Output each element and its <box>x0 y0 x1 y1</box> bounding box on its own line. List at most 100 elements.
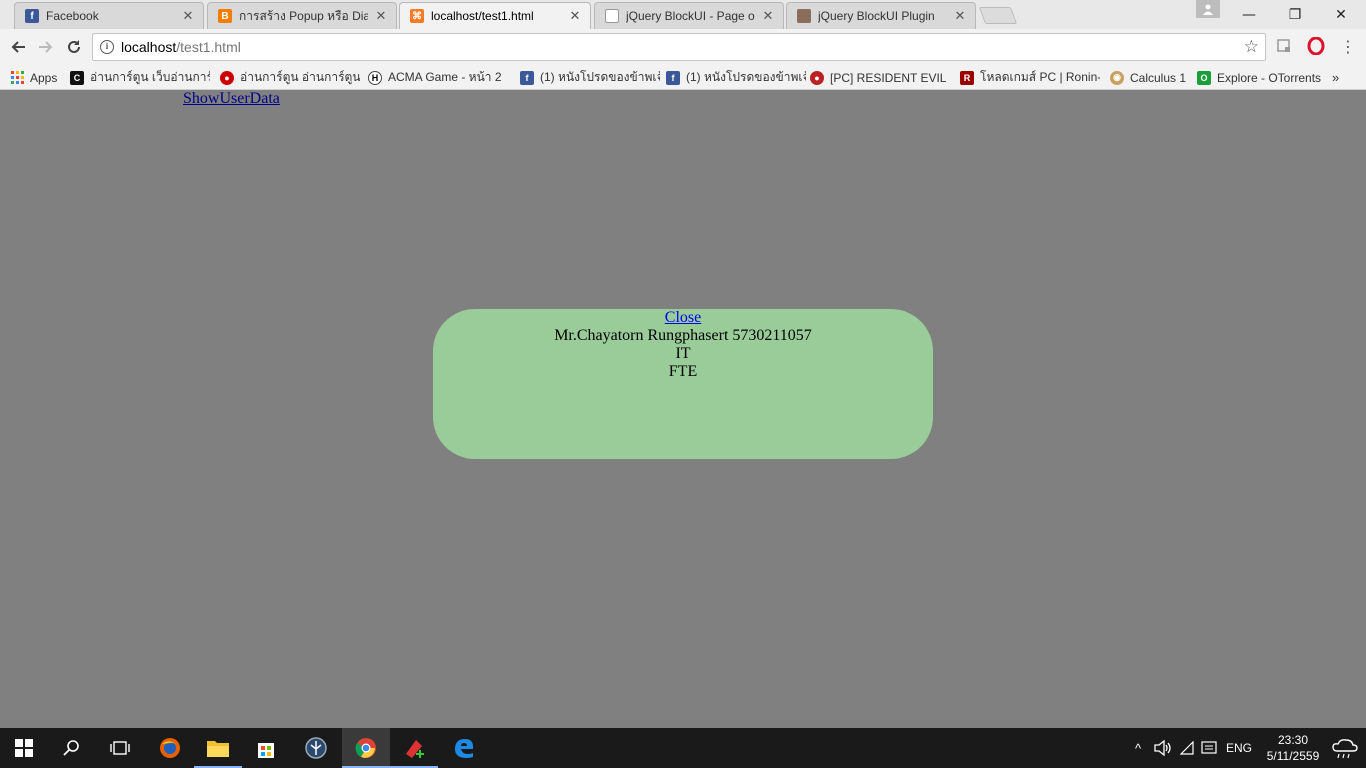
profile-icon[interactable] <box>1196 0 1220 18</box>
tab-blockui-page[interactable]: jQuery BlockUI - Page or ✕ <box>594 2 784 29</box>
restore-button[interactable]: ❐ <box>1272 0 1318 29</box>
forward-button[interactable] <box>34 35 58 59</box>
browser-toolbar: i localhost/test1.html ☆ ⋮ <box>0 29 1366 65</box>
page-content: ShowUserData Close Mr.Chayatorn Rungphas… <box>0 90 1366 728</box>
tab-title: localhost/test1.html <box>431 9 534 23</box>
facebook-icon: f <box>666 70 680 85</box>
bookmark-label: [PC] RESIDENT EVIL 5 <box>830 70 950 85</box>
bookmark-star-icon[interactable]: ☆ <box>1244 37 1259 57</box>
bookmark-item[interactable]: R โหลดเกมส์ PC | Ronin-C <box>960 68 1100 87</box>
bookmark-label: Apps <box>30 70 58 85</box>
task-view-icon[interactable] <box>96 728 144 768</box>
user-major: IT <box>675 345 691 362</box>
extension-icon[interactable] <box>1274 36 1294 56</box>
opera-icon[interactable] <box>1306 36 1326 56</box>
bookmark-label: ACMA Game - หน้า 2 <box>388 70 502 84</box>
bookmark-label: อ่านการ์ตูน เว็บอ่านการ์ตูน <box>90 70 210 84</box>
close-icon[interactable]: ✕ <box>953 8 967 24</box>
bookmark-item[interactable]: H ACMA Game - หน้า 2 <box>368 68 510 87</box>
comic-icon: C <box>70 70 84 85</box>
close-icon[interactable]: ✕ <box>181 8 195 24</box>
bookmark-label: (1) หนังโปรดของข้าพเจ้า <box>540 70 660 84</box>
tab-title: Facebook <box>46 9 99 23</box>
bookmark-apps[interactable]: Apps <box>10 68 57 87</box>
taskbar: ^ ENG 23:30 5/11/2559 <box>0 728 1366 768</box>
calculus-icon: ◉ <box>1110 70 1124 85</box>
clock-time: 23:30 <box>1277 733 1309 747</box>
wifi-icon[interactable] <box>1176 728 1198 768</box>
clock[interactable]: 23:30 5/11/2559 <box>1258 728 1328 768</box>
reload-icon <box>68 40 80 53</box>
facebook-icon: f <box>520 70 534 85</box>
address-url: localhost/test1.html <box>121 39 241 55</box>
edge-icon[interactable] <box>440 728 488 768</box>
more-bookmarks-icon[interactable]: » <box>1332 68 1339 87</box>
file-explorer-icon[interactable] <box>194 728 242 768</box>
forward-arrow-icon <box>39 41 53 53</box>
tab-title: jQuery BlockUI - Page or <box>626 9 755 23</box>
back-arrow-icon <box>11 41 25 53</box>
tab-localhost[interactable]: ⌘ localhost/test1.html ✕ <box>399 2 591 29</box>
back-button[interactable] <box>6 35 30 59</box>
bookmark-item[interactable]: f (1) หนังโปรดของข้าพเจ้า <box>666 68 806 87</box>
bookmark-label: Calculus 1 <box>1130 70 1187 85</box>
user-name-id: Mr.Chayatorn Rungphasert 5730211057 <box>554 327 812 344</box>
user-popup: Close Mr.Chayatorn Rungphasert 573021105… <box>433 309 933 459</box>
clock-date: 5/11/2559 <box>1266 749 1320 763</box>
bookmark-item[interactable]: ● [PC] RESIDENT EVIL 5 <box>810 68 950 87</box>
bookmark-item[interactable]: f (1) หนังโปรดของข้าพเจ้า <box>520 68 660 87</box>
bookmark-item[interactable]: C อ่านการ์ตูน เว็บอ่านการ์ตูน <box>70 68 210 87</box>
minimize-button[interactable]: — <box>1226 0 1272 29</box>
bookmark-item[interactable]: ● อ่านการ์ตูน อ่านการ์ตูนออ <box>220 68 360 87</box>
close-icon[interactable]: ✕ <box>374 8 388 24</box>
url-path: /test1.html <box>176 39 241 55</box>
app-icon[interactable] <box>390 728 438 768</box>
bookmark-item[interactable]: O Explore - OTorrents <box>1197 68 1321 87</box>
manga-icon: ● <box>220 70 234 85</box>
close-window-button[interactable]: ✕ <box>1318 0 1364 29</box>
bookmark-label: (1) หนังโปรดของข้าพเจ้า <box>686 70 806 84</box>
new-tab-button[interactable] <box>978 7 1018 24</box>
otorrents-icon: O <box>1197 70 1211 85</box>
bookmark-label: โหลดเกมส์ PC | Ronin-C <box>980 70 1100 84</box>
user-faculty: FTE <box>668 363 698 380</box>
chrome-icon[interactable] <box>342 728 390 768</box>
search-icon[interactable] <box>48 728 96 768</box>
acma-icon: H <box>368 70 382 85</box>
apps-grid-icon <box>10 71 24 85</box>
tab-title: การสร้าง Popup หรือ Dialog <box>239 8 368 23</box>
info-icon[interactable]: i <box>100 40 114 54</box>
store-icon[interactable] <box>242 728 290 768</box>
tab-popup-dialog[interactable]: B การสร้าง Popup หรือ Dialog ✕ <box>207 2 397 29</box>
close-icon[interactable]: ✕ <box>761 8 775 24</box>
volume-icon[interactable] <box>1150 728 1174 768</box>
chevron-up-icon[interactable]: ^ <box>1128 728 1148 768</box>
bookmark-label: อ่านการ์ตูน อ่านการ์ตูนออ <box>240 70 360 84</box>
app-icon[interactable] <box>292 728 340 768</box>
blogger-icon: B <box>218 9 232 23</box>
tab-blockui-plugin[interactable]: jQuery BlockUI Plugin ✕ <box>786 2 976 29</box>
weather-icon[interactable] <box>1328 728 1362 768</box>
tab-strip: f Facebook ✕ B การสร้าง Popup หรือ Dialo… <box>0 0 1366 29</box>
bookmark-item[interactable]: ◉ Calculus 1 <box>1110 68 1186 87</box>
address-bar[interactable]: i localhost/test1.html ☆ <box>92 33 1266 61</box>
page-icon <box>605 9 619 23</box>
facebook-icon: f <box>25 9 39 23</box>
game-icon: ● <box>810 70 824 85</box>
action-center-icon[interactable] <box>1198 728 1220 768</box>
start-icon[interactable] <box>0 728 48 768</box>
tab-title: jQuery BlockUI Plugin <box>818 9 935 23</box>
show-user-data-link[interactable]: ShowUserData <box>183 90 280 108</box>
ronin-icon: R <box>960 70 974 85</box>
firefox-icon[interactable] <box>146 728 194 768</box>
language-indicator[interactable]: ENG <box>1222 728 1256 768</box>
close-icon[interactable]: ✕ <box>568 8 582 24</box>
bookmarks-bar: Apps C อ่านการ์ตูน เว็บอ่านการ์ตูน ● อ่า… <box>0 65 1366 90</box>
bookmark-label: Explore - OTorrents <box>1217 70 1322 85</box>
menu-icon[interactable]: ⋮ <box>1338 36 1358 56</box>
tab-facebook[interactable]: f Facebook ✕ <box>14 2 204 29</box>
xampp-icon: ⌘ <box>410 9 424 23</box>
reload-button[interactable] <box>62 35 86 59</box>
avatar-icon <box>797 9 811 23</box>
close-link[interactable]: Close <box>433 309 933 327</box>
